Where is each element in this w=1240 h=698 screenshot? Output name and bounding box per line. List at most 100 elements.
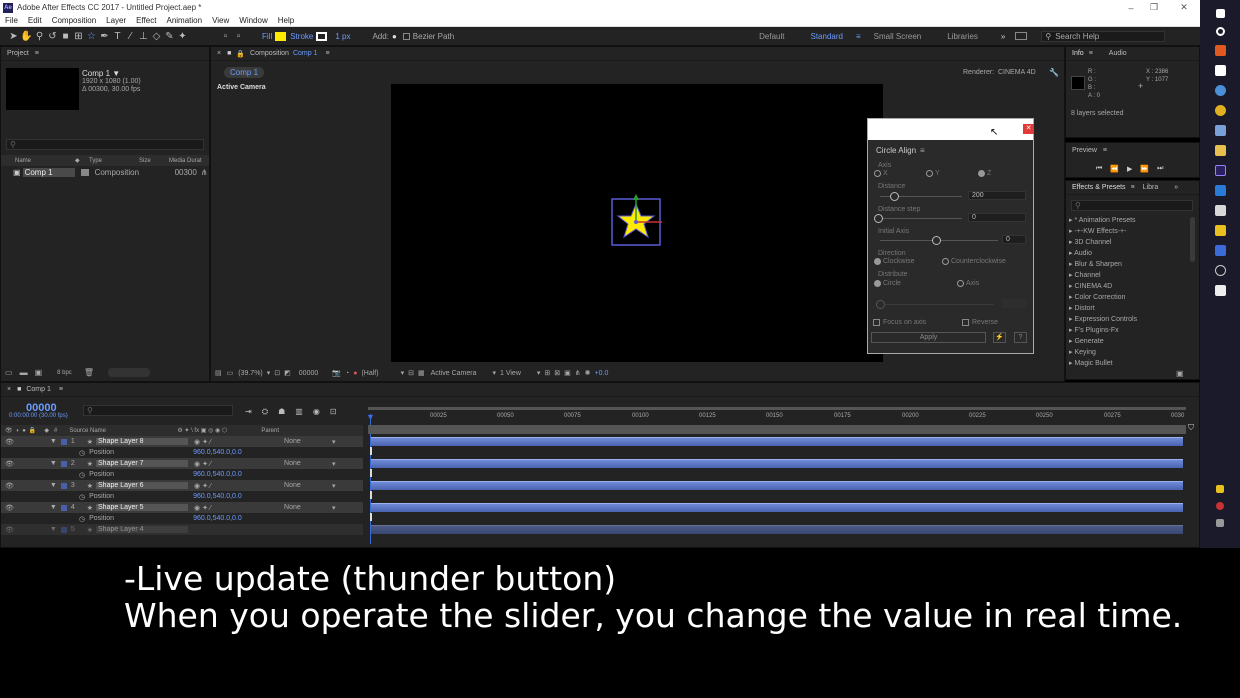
prev-frame-icon[interactable]: ⏪ bbox=[1110, 165, 1119, 173]
vscode-app-icon[interactable] bbox=[1214, 185, 1226, 196]
solo-icon[interactable]: ● bbox=[22, 428, 26, 434]
snap-options-icon[interactable]: ▫ bbox=[233, 31, 244, 42]
libraries-tab[interactable]: Libra bbox=[1143, 184, 1159, 191]
composition-canvas[interactable] bbox=[391, 84, 883, 362]
effects-item-6[interactable]: ▸ CINEMA 4D bbox=[1069, 281, 1137, 292]
region-of-interest-icon[interactable]: ⊟ bbox=[408, 369, 414, 377]
safe-zones-icon[interactable]: ⊡ bbox=[274, 369, 280, 377]
menu-composition[interactable]: Composition bbox=[47, 16, 101, 25]
chevron-down-icon[interactable]: ▾ bbox=[492, 369, 496, 377]
new-folder-icon[interactable]: ▬ bbox=[20, 368, 28, 377]
menu-view[interactable]: View bbox=[207, 16, 234, 25]
twirl-icon[interactable]: ▼ bbox=[50, 526, 57, 533]
video-eye-icon[interactable]: 👁 bbox=[5, 504, 14, 512]
thunder-app-icon[interactable] bbox=[1214, 225, 1226, 236]
counterclockwise-radio[interactable] bbox=[942, 258, 949, 265]
effects-item-1[interactable]: ▸ -+-KW Effects-+- bbox=[1069, 226, 1137, 237]
flowchart-icon[interactable]: ⋔ bbox=[575, 369, 581, 377]
twirl-icon[interactable]: ▼ bbox=[50, 438, 57, 445]
fill-color-swatch[interactable] bbox=[275, 31, 287, 41]
label-icon[interactable]: ◆ bbox=[44, 427, 49, 434]
project-title[interactable]: Project bbox=[7, 50, 29, 57]
effects-item-13[interactable]: ▸ Magic Bullet bbox=[1069, 358, 1137, 369]
snap-icon[interactable]: ▫ bbox=[220, 31, 231, 42]
info-tab[interactable]: Info bbox=[1072, 50, 1084, 57]
bezier-path-checkbox[interactable] bbox=[402, 32, 410, 40]
effects-item-10[interactable]: ▸ F's Plugins-Fx bbox=[1069, 325, 1137, 336]
effects-item-12[interactable]: ▸ Keying bbox=[1069, 347, 1137, 358]
dialog-close-button[interactable]: ✕ bbox=[1023, 124, 1034, 134]
distance-slider-knob[interactable] bbox=[890, 192, 899, 201]
monitor-icon[interactable]: ▭ bbox=[227, 369, 234, 377]
timeline-search-input[interactable]: ⚲ bbox=[83, 405, 233, 416]
clockwise-radio[interactable] bbox=[874, 258, 881, 265]
last-frame-icon[interactable]: ⏭ bbox=[1157, 165, 1163, 173]
stopwatch-icon[interactable]: ◷ bbox=[79, 449, 85, 457]
axis-z-radio[interactable] bbox=[978, 170, 985, 177]
trash-icon[interactable]: 🗑 bbox=[84, 368, 94, 377]
y-axis-arrow-icon[interactable] bbox=[633, 194, 639, 200]
snapshot-camera-icon[interactable]: 📷 bbox=[332, 369, 341, 377]
tray-app-icon[interactable] bbox=[1216, 502, 1224, 510]
distribute-circle-radio[interactable] bbox=[874, 280, 881, 287]
apply-button[interactable]: Apply bbox=[871, 332, 986, 343]
effects-presets-tab[interactable]: Effects & Presets bbox=[1072, 184, 1126, 191]
zoom-tool-icon[interactable]: ⚲ bbox=[34, 31, 45, 42]
position-row[interactable]: ◷ Position 960.0,540.0,0.0 bbox=[1, 447, 363, 458]
graph-editor-icon[interactable]: ⊡ bbox=[330, 407, 337, 416]
project-item-comp1[interactable]: ▣ Comp 1 Composition 00300 ⋔ bbox=[1, 167, 209, 178]
label-color-icon[interactable] bbox=[60, 526, 67, 533]
magnification-select[interactable]: (39.7%) bbox=[238, 370, 263, 377]
star-shape[interactable] bbox=[607, 192, 667, 252]
after-effects-app-icon[interactable] bbox=[1214, 165, 1226, 176]
interpret-footage-icon[interactable]: ▭ bbox=[5, 368, 13, 377]
cortana-search-icon[interactable] bbox=[1215, 27, 1225, 36]
distribute-axis-radio[interactable] bbox=[957, 280, 964, 287]
chevron-down-icon[interactable]: ▾ bbox=[332, 438, 336, 446]
project-comp-name[interactable]: Comp 1 ▼ bbox=[82, 69, 120, 78]
parent-select[interactable]: None bbox=[284, 504, 332, 511]
twirl-icon[interactable]: ▼ bbox=[50, 504, 57, 511]
video-eye-icon[interactable]: 👁 bbox=[5, 526, 14, 534]
twirl-icon[interactable]: ▼ bbox=[50, 482, 57, 489]
video-eye-icon[interactable]: 👁 bbox=[5, 438, 14, 446]
tray-network-icon[interactable] bbox=[1216, 519, 1224, 527]
panel-menu-icon[interactable]: ≡ bbox=[35, 50, 39, 57]
position-value[interactable]: 960.0,540.0,0.0 bbox=[193, 515, 242, 522]
source-name-col[interactable]: Source Name bbox=[69, 428, 177, 434]
keyframe-icon[interactable] bbox=[370, 491, 372, 499]
tray-thunder-icon[interactable] bbox=[1216, 485, 1224, 493]
close-window-button[interactable]: ✕ bbox=[1170, 0, 1198, 15]
audio-tab[interactable]: Audio bbox=[1109, 50, 1127, 57]
initial-axis-slider-knob[interactable] bbox=[932, 236, 941, 245]
windows-start-icon[interactable] bbox=[1215, 9, 1225, 18]
new-comp-icon[interactable]: ▣ bbox=[35, 368, 43, 377]
menu-animation[interactable]: Animation bbox=[161, 16, 207, 25]
play-icon[interactable]: ▶ bbox=[1127, 165, 1132, 173]
flowchart-icon[interactable]: ⋔ bbox=[201, 168, 208, 177]
star-tool-icon[interactable]: ☆ bbox=[86, 31, 97, 42]
dollar-app-icon[interactable] bbox=[1214, 285, 1226, 296]
workspace-default[interactable]: Default bbox=[759, 32, 784, 41]
always-preview-icon[interactable]: ▤ bbox=[215, 369, 222, 377]
initial-axis-input[interactable]: 0 bbox=[1002, 235, 1026, 244]
distance-step-slider[interactable] bbox=[874, 214, 962, 223]
position-row[interactable]: ◷ Position 960.0,540.0,0.0 bbox=[1, 469, 363, 480]
view-layout-select[interactable]: 1 View bbox=[500, 370, 521, 377]
col-size[interactable]: Size bbox=[139, 158, 169, 164]
layer-bar-1[interactable] bbox=[371, 437, 1183, 446]
layer-row-4[interactable]: 👁 ▼ 4 ★ Shape Layer 5 ◉ ✦ ⁄ None ▾ bbox=[1, 502, 363, 513]
hand-tool-icon[interactable]: ✋ bbox=[20, 31, 32, 42]
workspace-standard[interactable]: Standard bbox=[811, 32, 843, 41]
position-value[interactable]: 960.0,540.0,0.0 bbox=[193, 471, 242, 478]
dialog-titlebar[interactable]: ✕ ↖ bbox=[868, 119, 1034, 140]
globe-app-icon[interactable] bbox=[1214, 85, 1226, 96]
search-help-field[interactable]: ⚲ Search Help bbox=[1041, 30, 1166, 42]
position-value[interactable]: 960.0,540.0,0.0 bbox=[193, 449, 242, 456]
layer-bar-2[interactable] bbox=[371, 459, 1183, 468]
composition-tab-comp[interactable]: Comp 1 bbox=[293, 50, 318, 57]
toggle-pixel-aspect-icon[interactable]: ⊞ bbox=[544, 369, 550, 377]
effects-item-2[interactable]: ▸ 3D Channel bbox=[1069, 237, 1137, 248]
distance-step-slider-knob[interactable] bbox=[874, 214, 883, 223]
keyframe-icon[interactable] bbox=[370, 469, 372, 477]
